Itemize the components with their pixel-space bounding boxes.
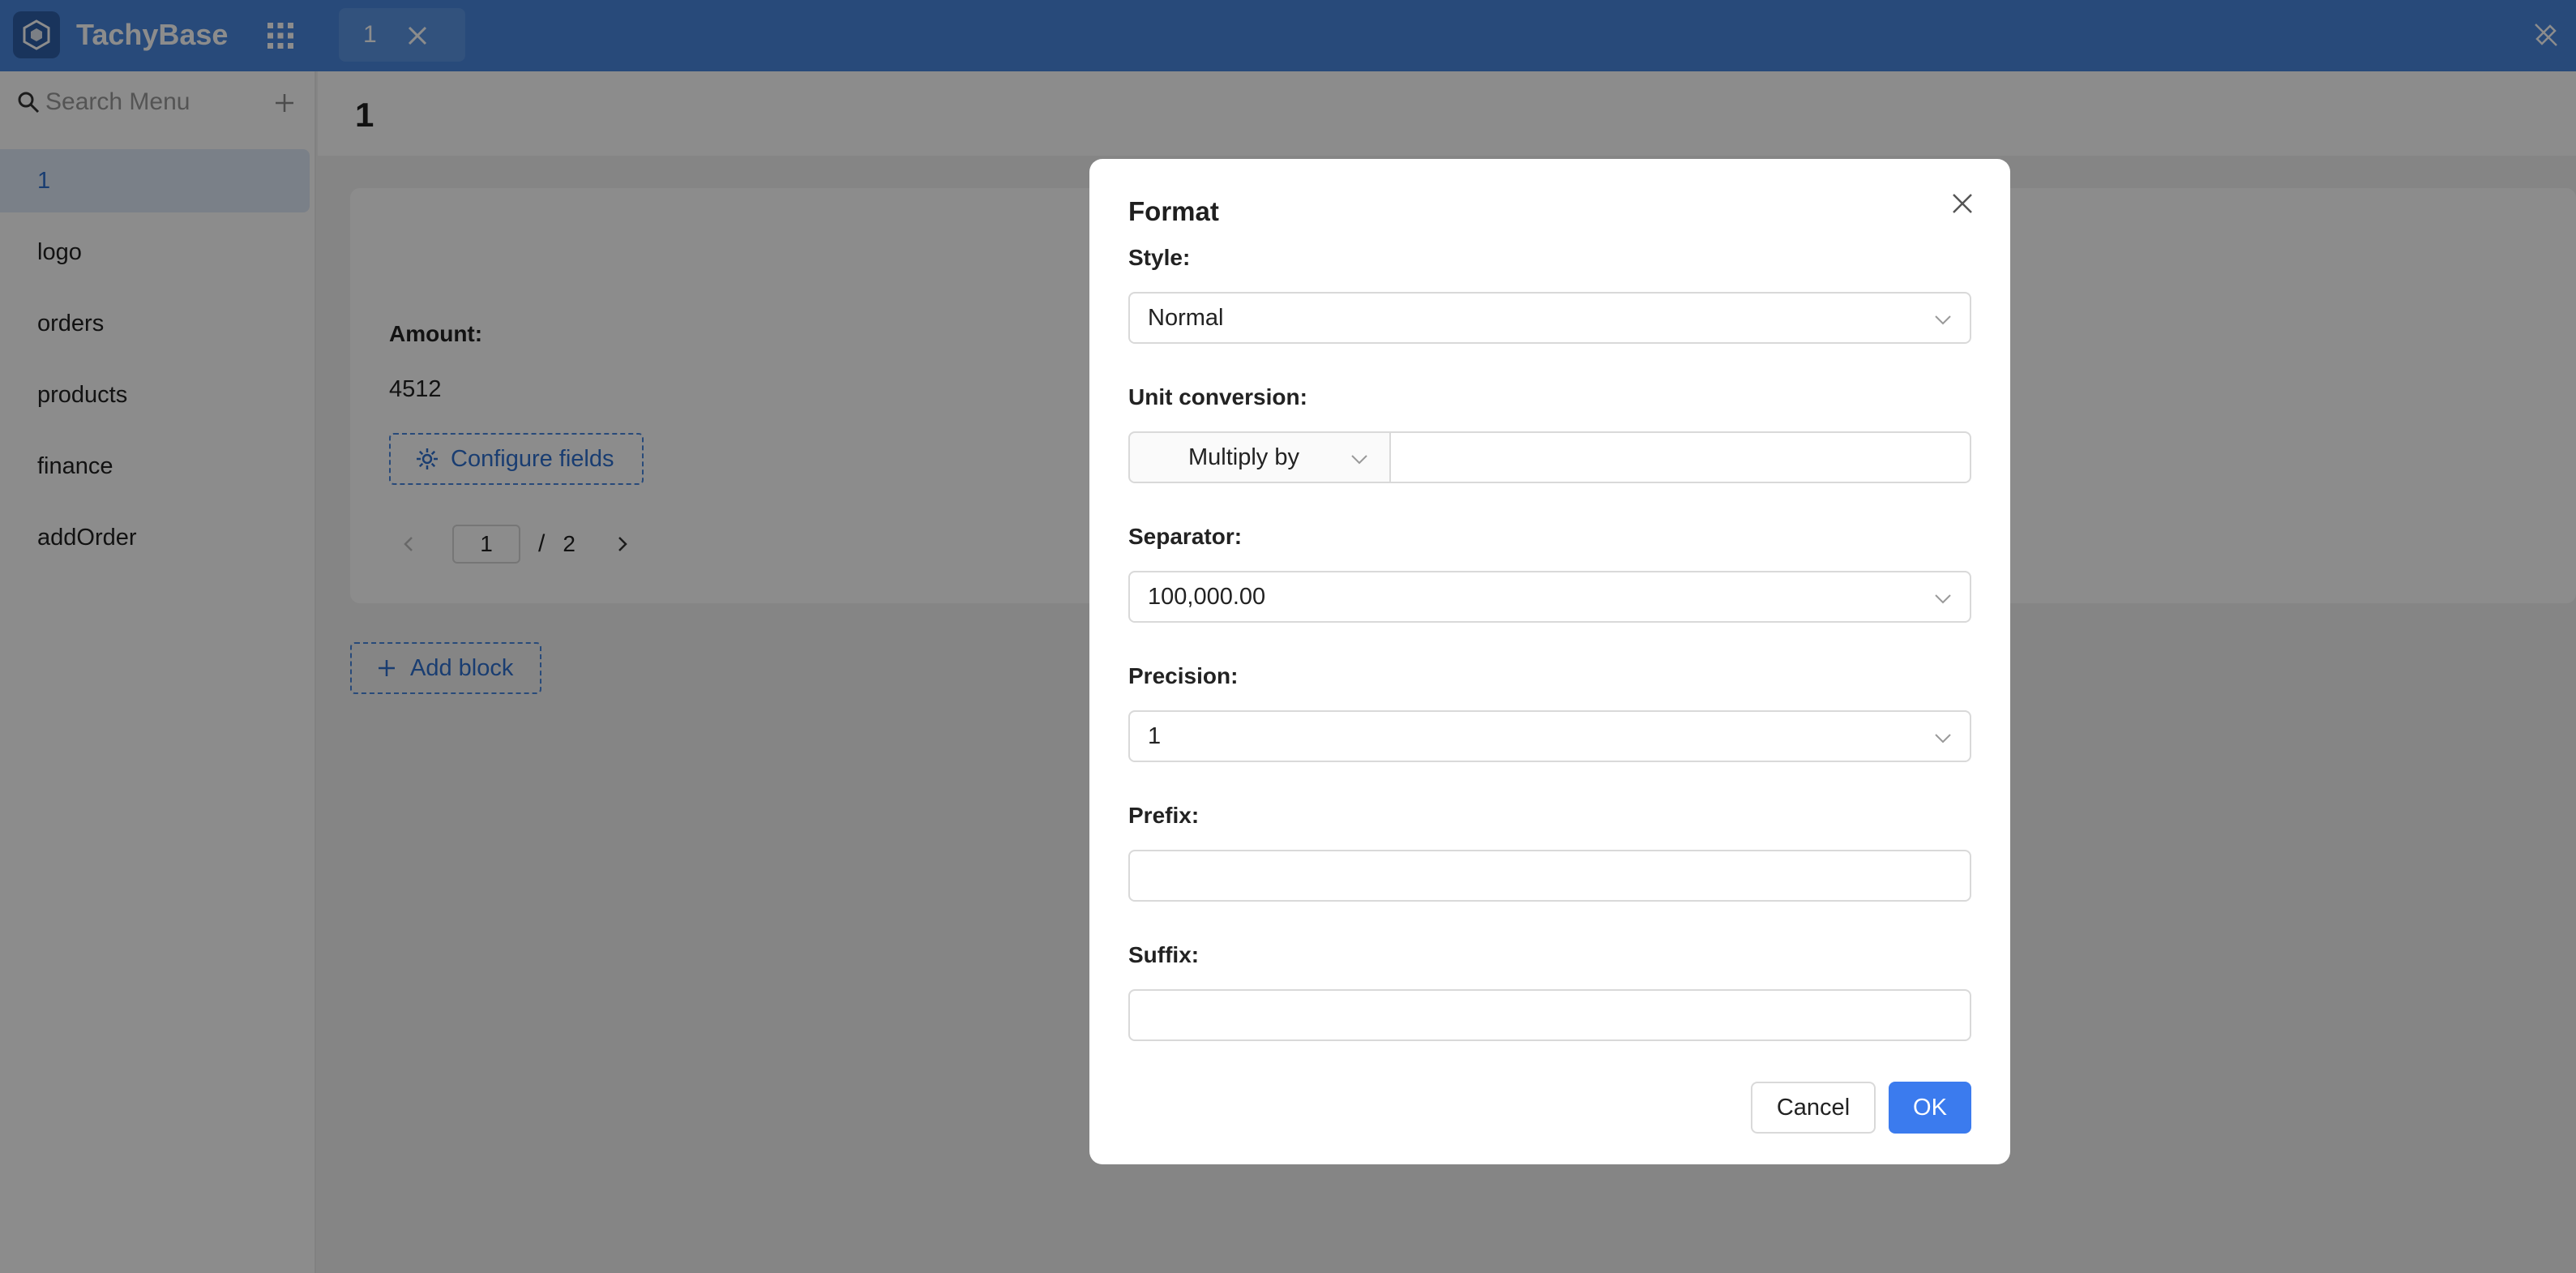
chevron-down-icon [1935, 315, 1951, 325]
separator-select[interactable]: 100,000.00 [1128, 571, 1971, 623]
unit-operator-select[interactable]: Multiply by [1128, 431, 1391, 483]
dialog-title: Format [1128, 196, 1219, 226]
precision-select[interactable]: 1 [1128, 710, 1971, 762]
separator-value: 100,000.00 [1148, 583, 1266, 610]
prefix-input[interactable] [1128, 850, 1971, 902]
precision-label: Precision: [1128, 663, 1239, 688]
cancel-button[interactable]: Cancel [1751, 1082, 1876, 1134]
separator-label: Separator: [1128, 524, 1243, 549]
unit-conversion-label: Unit conversion: [1128, 384, 1307, 409]
precision-value: 1 [1148, 722, 1162, 749]
unit-conversion-input[interactable] [1391, 431, 1971, 483]
unit-conversion-group: Multiply by [1128, 431, 1971, 483]
unit-operator-value: Multiply by [1188, 444, 1299, 470]
suffix-input[interactable] [1128, 989, 1971, 1041]
suffix-label: Suffix: [1128, 942, 1200, 967]
chevron-down-icon [1351, 455, 1367, 465]
prefix-label: Prefix: [1128, 803, 1200, 828]
style-value: Normal [1148, 304, 1224, 331]
ok-button[interactable]: OK [1889, 1082, 1971, 1134]
chevron-down-icon [1935, 734, 1951, 744]
style-label: Style: [1128, 245, 1191, 270]
close-icon[interactable] [1949, 190, 1976, 217]
style-select[interactable]: Normal [1128, 292, 1971, 344]
chevron-down-icon [1935, 594, 1951, 604]
format-dialog: Format Style: Normal Unit conversion: Mu… [1089, 159, 2010, 1164]
